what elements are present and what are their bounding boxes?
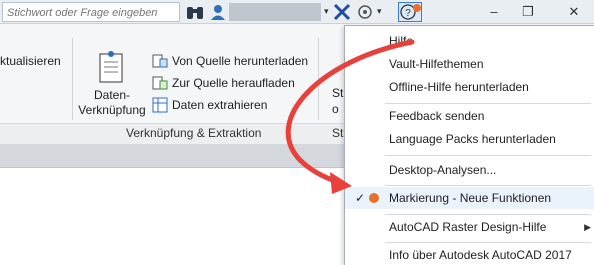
- data-link-button[interactable]: Daten- Verknüpfung: [76, 88, 148, 118]
- menu-item-label: AutoCAD Raster Design-Hilfe: [389, 220, 547, 234]
- data-link-label-1: Daten-: [93, 88, 131, 102]
- start-button-label[interactable]: St: [332, 86, 343, 100]
- menu-separator: [385, 103, 591, 104]
- extract-data-button[interactable]: Daten extrahieren: [152, 96, 267, 114]
- help-dropdown-menu: Hilfe Vault-Hilfethemen Offline-Hilfe he…: [344, 25, 594, 265]
- download-from-source-button[interactable]: Von Quelle herunterladen: [152, 52, 308, 70]
- help-icon: ?: [400, 4, 421, 20]
- download-label: Von Quelle herunterladen: [172, 54, 309, 68]
- menu-item-help[interactable]: Hilfe: [345, 30, 594, 52]
- help-button[interactable]: ?: [398, 2, 422, 22]
- submenu-arrow-icon: ▶: [584, 222, 591, 232]
- new-feature-dot-icon: [369, 193, 379, 203]
- restore-button[interactable]: ❐: [514, 2, 542, 22]
- refresh-button-label[interactable]: ktualisieren: [0, 54, 61, 68]
- group-title-link-extract: Verknüpfung & Extraktion: [126, 126, 262, 140]
- check-icon: ✓: [355, 191, 366, 205]
- close-button[interactable]: ✕: [560, 2, 588, 22]
- menu-item-desktop-analytics[interactable]: Desktop-Analysen...: [345, 159, 594, 181]
- ribbon-divider: [318, 38, 319, 120]
- x-icon[interactable]: [333, 3, 351, 21]
- menu-separator: [385, 155, 591, 156]
- upload-label: Zur Quelle heraufladen: [172, 76, 295, 90]
- menu-item-vault-help[interactable]: Vault-Hilfethemen: [345, 53, 594, 75]
- connect-icon[interactable]: [356, 3, 374, 21]
- chevron-down-icon[interactable]: ▾: [377, 6, 382, 17]
- chevron-down-icon[interactable]: ▾: [324, 6, 329, 17]
- download-icon: [152, 54, 168, 68]
- menu-item-language-packs[interactable]: Language Packs herunterladen: [345, 128, 594, 150]
- upload-icon: [152, 76, 168, 90]
- upload-to-source-button[interactable]: Zur Quelle heraufladen: [152, 74, 295, 92]
- data-link-label-2: Verknüpfung: [78, 103, 146, 117]
- menu-separator: [385, 242, 591, 243]
- title-bar: ▾ ▾ ? – ❐ ✕: [0, 0, 594, 24]
- menu-item-offline-help[interactable]: Offline-Hilfe herunterladen: [345, 76, 594, 98]
- username-field[interactable]: [229, 3, 321, 21]
- menu-item-about[interactable]: Info über Autodesk AutoCAD 2017: [345, 244, 594, 265]
- start-button-label-2: o: [332, 102, 339, 116]
- svg-text:?: ?: [405, 8, 411, 19]
- search-box[interactable]: [2, 2, 180, 22]
- menu-item-label: Markierung - Neue Funktionen: [389, 191, 552, 205]
- binoculars-icon[interactable]: [185, 3, 205, 21]
- search-input[interactable]: [3, 4, 179, 22]
- menu-separator: [385, 185, 591, 186]
- menu-item-feedback[interactable]: Feedback senden: [345, 105, 594, 127]
- extract-label: Daten extrahieren: [172, 98, 268, 112]
- extract-icon: [152, 97, 168, 113]
- minimize-button[interactable]: –: [480, 2, 508, 22]
- menu-separator: [385, 214, 591, 215]
- menu-item-raster-design-help[interactable]: AutoCAD Raster Design-Hilfe ▶: [345, 216, 594, 238]
- data-link-icon: [99, 51, 123, 83]
- ribbon-divider: [72, 38, 73, 120]
- menu-item-highlight-new-features[interactable]: ✓ Markierung - Neue Funktionen: [345, 187, 594, 209]
- user-icon[interactable]: [209, 3, 227, 21]
